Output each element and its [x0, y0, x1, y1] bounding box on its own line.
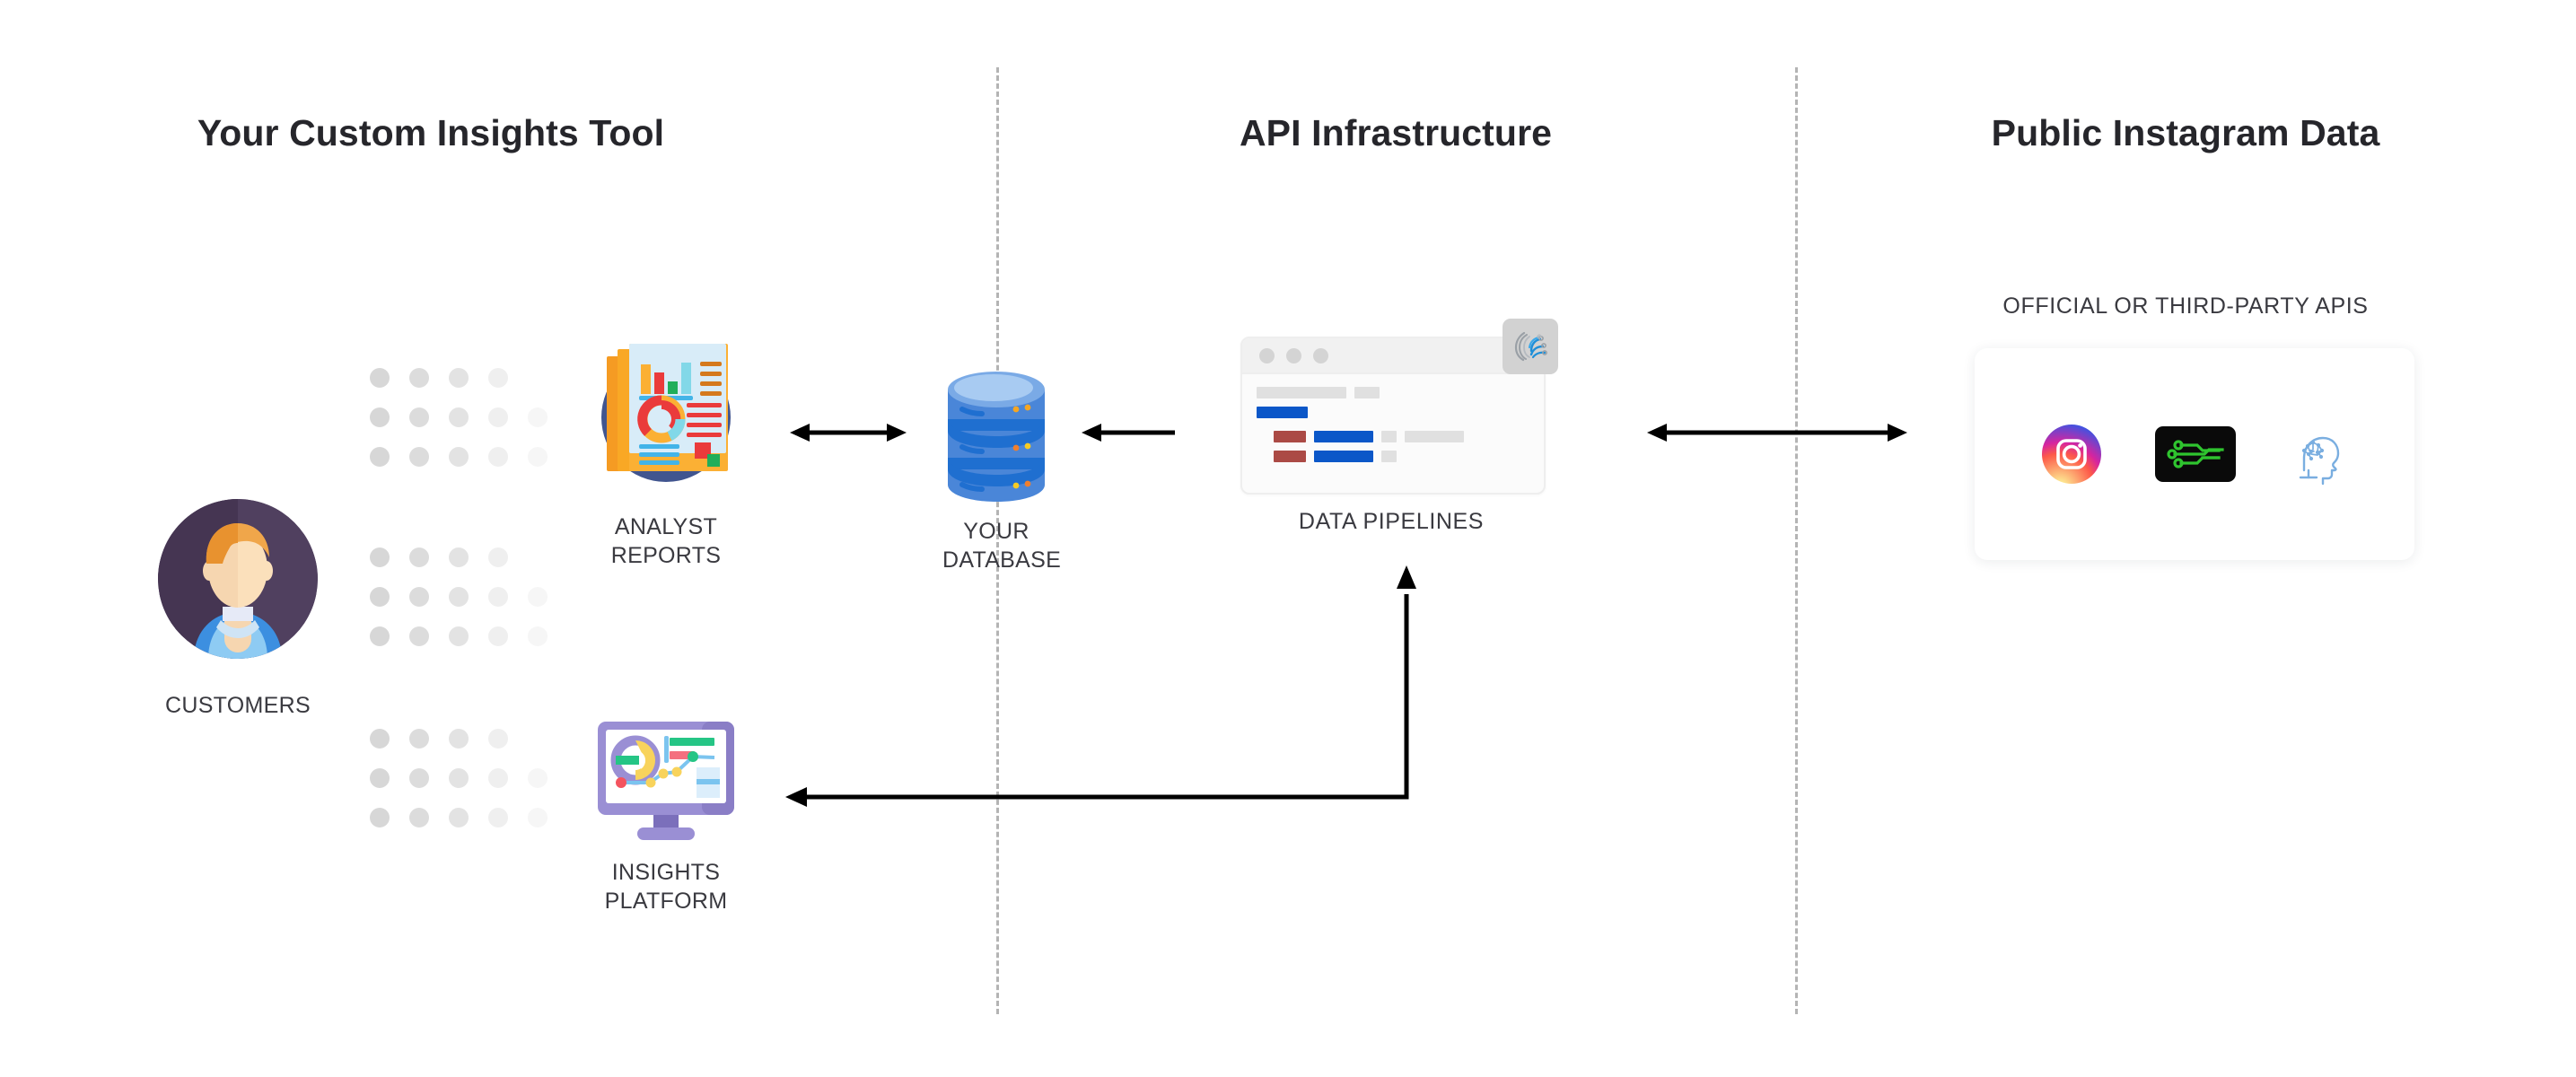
dot-grid-bottom	[370, 729, 553, 833]
placeholder-row	[1257, 407, 1529, 418]
browser-content	[1242, 374, 1544, 483]
placeholder-row	[1257, 431, 1529, 442]
api-logos-card	[1975, 348, 2414, 560]
pipelines-to-apis-arrow	[1647, 415, 1907, 451]
browser-window-icon	[1240, 319, 1558, 495]
customer-avatar-icon	[158, 499, 318, 659]
diagram-canvas: Your Custom Insights Tool API Infrastruc…	[0, 0, 2576, 1077]
column-title-public-instagram-data: Public Instagram Data	[1991, 112, 2380, 153]
dot-grid-middle	[370, 547, 553, 652]
column-title-api-infrastructure: API Infrastructure	[1239, 112, 1553, 153]
data-pipelines-node: DATA PIPELINES	[1240, 319, 1558, 536]
instagram-logo-icon	[2042, 425, 2101, 484]
database-cylinder-icon	[942, 370, 1050, 504]
dot-grid-top	[370, 368, 553, 472]
insights-platform-node: INSIGHTS PLATFORM	[594, 718, 738, 915]
placeholder-row	[1257, 387, 1529, 398]
green-circuit-logo-icon	[2155, 426, 2236, 482]
window-dot-maximize-icon	[1313, 347, 1328, 363]
neural-head-logo-icon	[2290, 425, 2347, 486]
column-title-insights-tool: Your Custom Insights Tool	[197, 112, 665, 153]
analyst-reports-icon	[585, 335, 747, 496]
analyst-reports-node: ANALYST REPORTS	[585, 335, 747, 570]
customers-node: CUSTOMERS	[158, 499, 318, 720]
data-pipelines-label: DATA PIPELINES	[1298, 509, 1485, 534]
pipelines-to-insights-feedback-arrow	[785, 565, 1423, 817]
divider-right	[1795, 67, 1798, 1014]
insights-platform-monitor-icon	[594, 718, 738, 844]
browser-titlebar	[1242, 338, 1544, 374]
window-dot-minimize-icon	[1286, 347, 1301, 363]
official-apis-heading: OFFICIAL OR THIRD-PARTY APIS	[2002, 293, 2369, 319]
placeholder-row	[1257, 451, 1529, 462]
insights-platform-label: INSIGHTS PLATFORM	[604, 860, 728, 914]
your-database-node: YOUR DATABASE	[942, 370, 1061, 574]
window-dot-close-icon	[1259, 347, 1275, 363]
analyst-reports-label: ANALYST REPORTS	[610, 514, 722, 568]
pipelines-to-database-arrow	[1082, 415, 1175, 451]
circuit-fingerprint-logo-icon	[1503, 319, 1558, 374]
reports-to-database-arrow	[790, 415, 907, 451]
customers-label: CUSTOMERS	[165, 693, 311, 718]
